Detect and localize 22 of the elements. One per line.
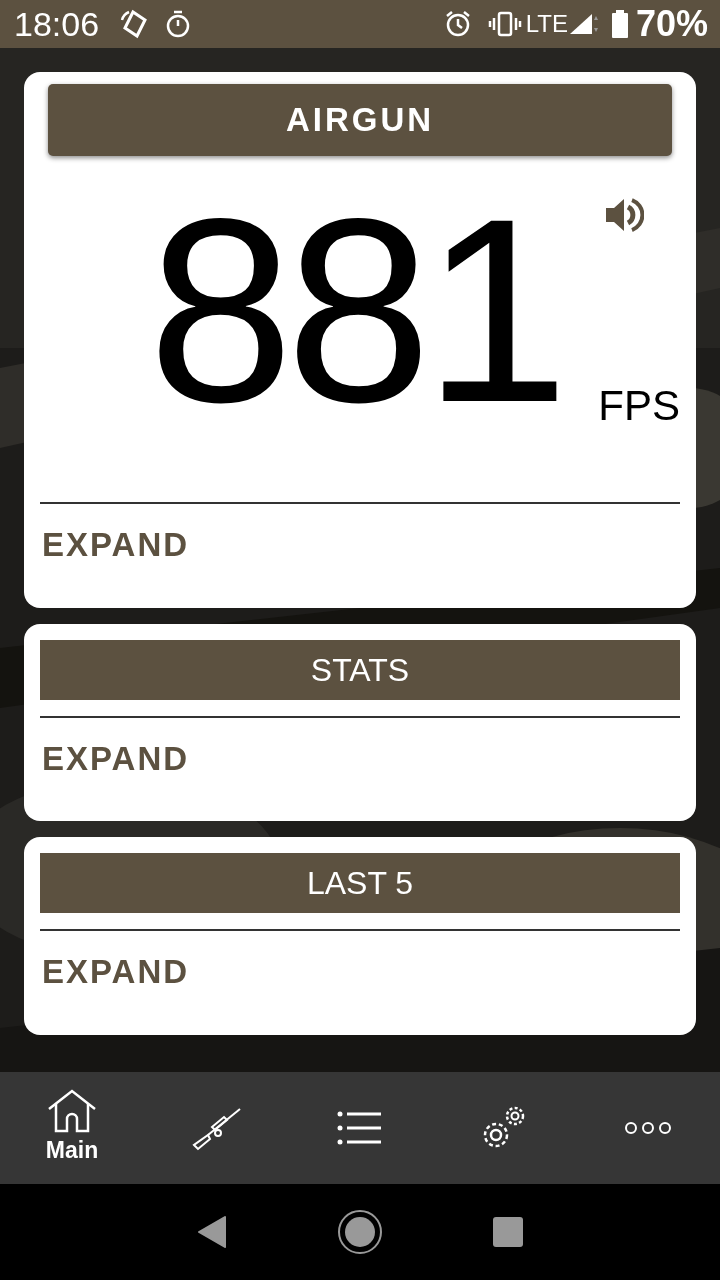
nav-tab[interactable]: Main bbox=[0, 1072, 144, 1184]
battery-percent: 70% bbox=[635, 2, 708, 46]
section-header[interactable]: LAST 5 bbox=[40, 853, 680, 913]
more-icon bbox=[624, 1121, 672, 1135]
clock-time: 18:06 bbox=[14, 3, 100, 45]
stopwatch-icon bbox=[165, 10, 192, 38]
back-icon[interactable] bbox=[197, 1215, 227, 1249]
title-button[interactable]: AIRGUN bbox=[48, 84, 672, 156]
speed-reading: 881 bbox=[148, 180, 562, 442]
battery-icon bbox=[611, 10, 628, 38]
speed-unit: FPS bbox=[598, 381, 680, 431]
home-icon bbox=[46, 1088, 98, 1133]
expand-button[interactable]: EXPAND bbox=[42, 947, 190, 997]
speaker-icon[interactable] bbox=[604, 196, 644, 234]
network-type: LTE bbox=[525, 9, 568, 39]
expand-button[interactable]: EXPAND bbox=[42, 733, 190, 783]
vibrate-icon bbox=[487, 11, 522, 37]
list-icon bbox=[337, 1111, 383, 1145]
section-header[interactable]: STATS bbox=[40, 639, 680, 700]
rifle-icon bbox=[190, 1105, 242, 1151]
home-icon[interactable] bbox=[337, 1209, 383, 1255]
expand-button[interactable]: EXPAND bbox=[42, 520, 190, 570]
